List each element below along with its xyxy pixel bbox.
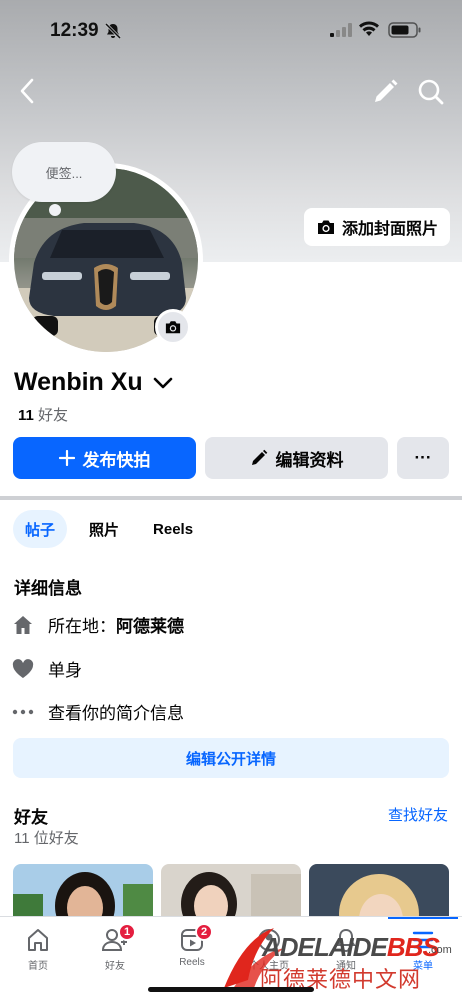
tab-reels-label: Reels	[153, 520, 194, 538]
heart-icon	[12, 658, 34, 680]
reels-badge: 2	[195, 923, 213, 941]
find-friends-link[interactable]: 查找好友	[388, 804, 448, 825]
back-arrow-icon[interactable]	[14, 76, 42, 106]
location-prefix: 所在地：	[48, 617, 116, 636]
publish-story-label: 发布快拍	[82, 450, 151, 470]
chevron-down-icon[interactable]	[153, 376, 173, 390]
friends-section-title: 好友	[14, 808, 48, 827]
watermark-brand-a: ADELAIDE	[262, 932, 388, 962]
edit-profile-button[interactable]: 编辑资料	[205, 437, 388, 479]
edit-public-details-button[interactable]: 编辑公开详情	[13, 738, 449, 778]
top-nav	[0, 74, 462, 110]
nav-home[interactable]: 首页	[3, 927, 73, 972]
tab-photos-label: 照片	[89, 521, 120, 539]
info-view-intro[interactable]: 查看你的简介信息	[12, 699, 184, 724]
add-cover-photo-button[interactable]: 添加封面照片	[304, 208, 450, 246]
publish-story-button[interactable]: 发布快拍	[13, 437, 196, 479]
friends-summary[interactable]: 11 好友	[18, 404, 68, 425]
watermark-domain: .com	[428, 944, 452, 956]
friends-badge: 1	[118, 923, 136, 941]
nav-reels-label: Reels	[179, 957, 205, 968]
home-icon	[12, 614, 34, 636]
status-time: 12:39	[50, 20, 99, 41]
tab-photos[interactable]: 照片	[77, 510, 131, 548]
edit-public-details-label: 编辑公开详情	[185, 750, 276, 768]
search-icon[interactable]	[416, 77, 446, 107]
tab-posts-label: 帖子	[25, 521, 56, 539]
info-location: 所在地：阿德莱德	[12, 612, 184, 637]
friends-label: 好友	[38, 407, 69, 424]
nav-friends[interactable]: 1 好友	[80, 923, 150, 972]
details-title: 详细信息	[14, 579, 82, 598]
profile-name-row[interactable]: Wenbin Xu	[14, 368, 173, 397]
more-label: ···	[414, 448, 432, 467]
home-indicator	[148, 987, 314, 992]
wifi-icon	[359, 21, 379, 36]
tab-posts[interactable]: 帖子	[13, 510, 68, 548]
status-bar: 12:39	[0, 0, 462, 62]
silent-bell-icon	[104, 22, 122, 40]
profile-tabs: 帖子 照片 Reels	[13, 510, 205, 548]
profile-name: Wenbin Xu	[14, 368, 143, 396]
section-divider	[0, 496, 462, 500]
change-profile-picture-button[interactable]	[155, 309, 191, 345]
signal-icon	[330, 23, 352, 37]
note-placeholder: 便签...	[45, 165, 83, 181]
home-icon	[28, 929, 48, 951]
note-bubble-tail	[49, 204, 61, 216]
add-cover-photo-label: 添加封面照片	[342, 221, 439, 238]
ellipsis-icon	[12, 701, 34, 723]
watermark-brand: ADELAIDEBBS	[262, 932, 440, 963]
plus-icon	[58, 450, 75, 466]
friend-thumbnail[interactable]	[309, 864, 449, 924]
friends-section-count: 11 位好友	[14, 830, 79, 847]
view-intro-label: 查看你的简介信息	[48, 704, 184, 723]
relationship-value: 单身	[48, 661, 82, 680]
friend-thumbnail[interactable]	[13, 864, 153, 924]
camera-icon	[318, 220, 334, 234]
location-value: 阿德莱德	[116, 617, 184, 636]
edit-pencil-icon[interactable]	[370, 77, 400, 107]
friends-thumbnails	[13, 864, 449, 924]
info-relationship: 单身	[12, 656, 82, 681]
edit-profile-label: 编辑资料	[275, 450, 344, 470]
nav-friends-label: 好友	[105, 961, 125, 972]
pencil-icon	[251, 449, 267, 465]
camera-icon	[165, 321, 181, 334]
more-options-button[interactable]: ···	[397, 437, 449, 479]
nav-home-label: 首页	[28, 961, 48, 972]
friend-thumbnail[interactable]	[161, 864, 301, 924]
battery-icon	[388, 22, 421, 38]
friends-count: 11	[18, 407, 34, 424]
note-bubble[interactable]: 便签...	[12, 142, 116, 202]
tab-reels[interactable]: Reels	[141, 510, 205, 548]
